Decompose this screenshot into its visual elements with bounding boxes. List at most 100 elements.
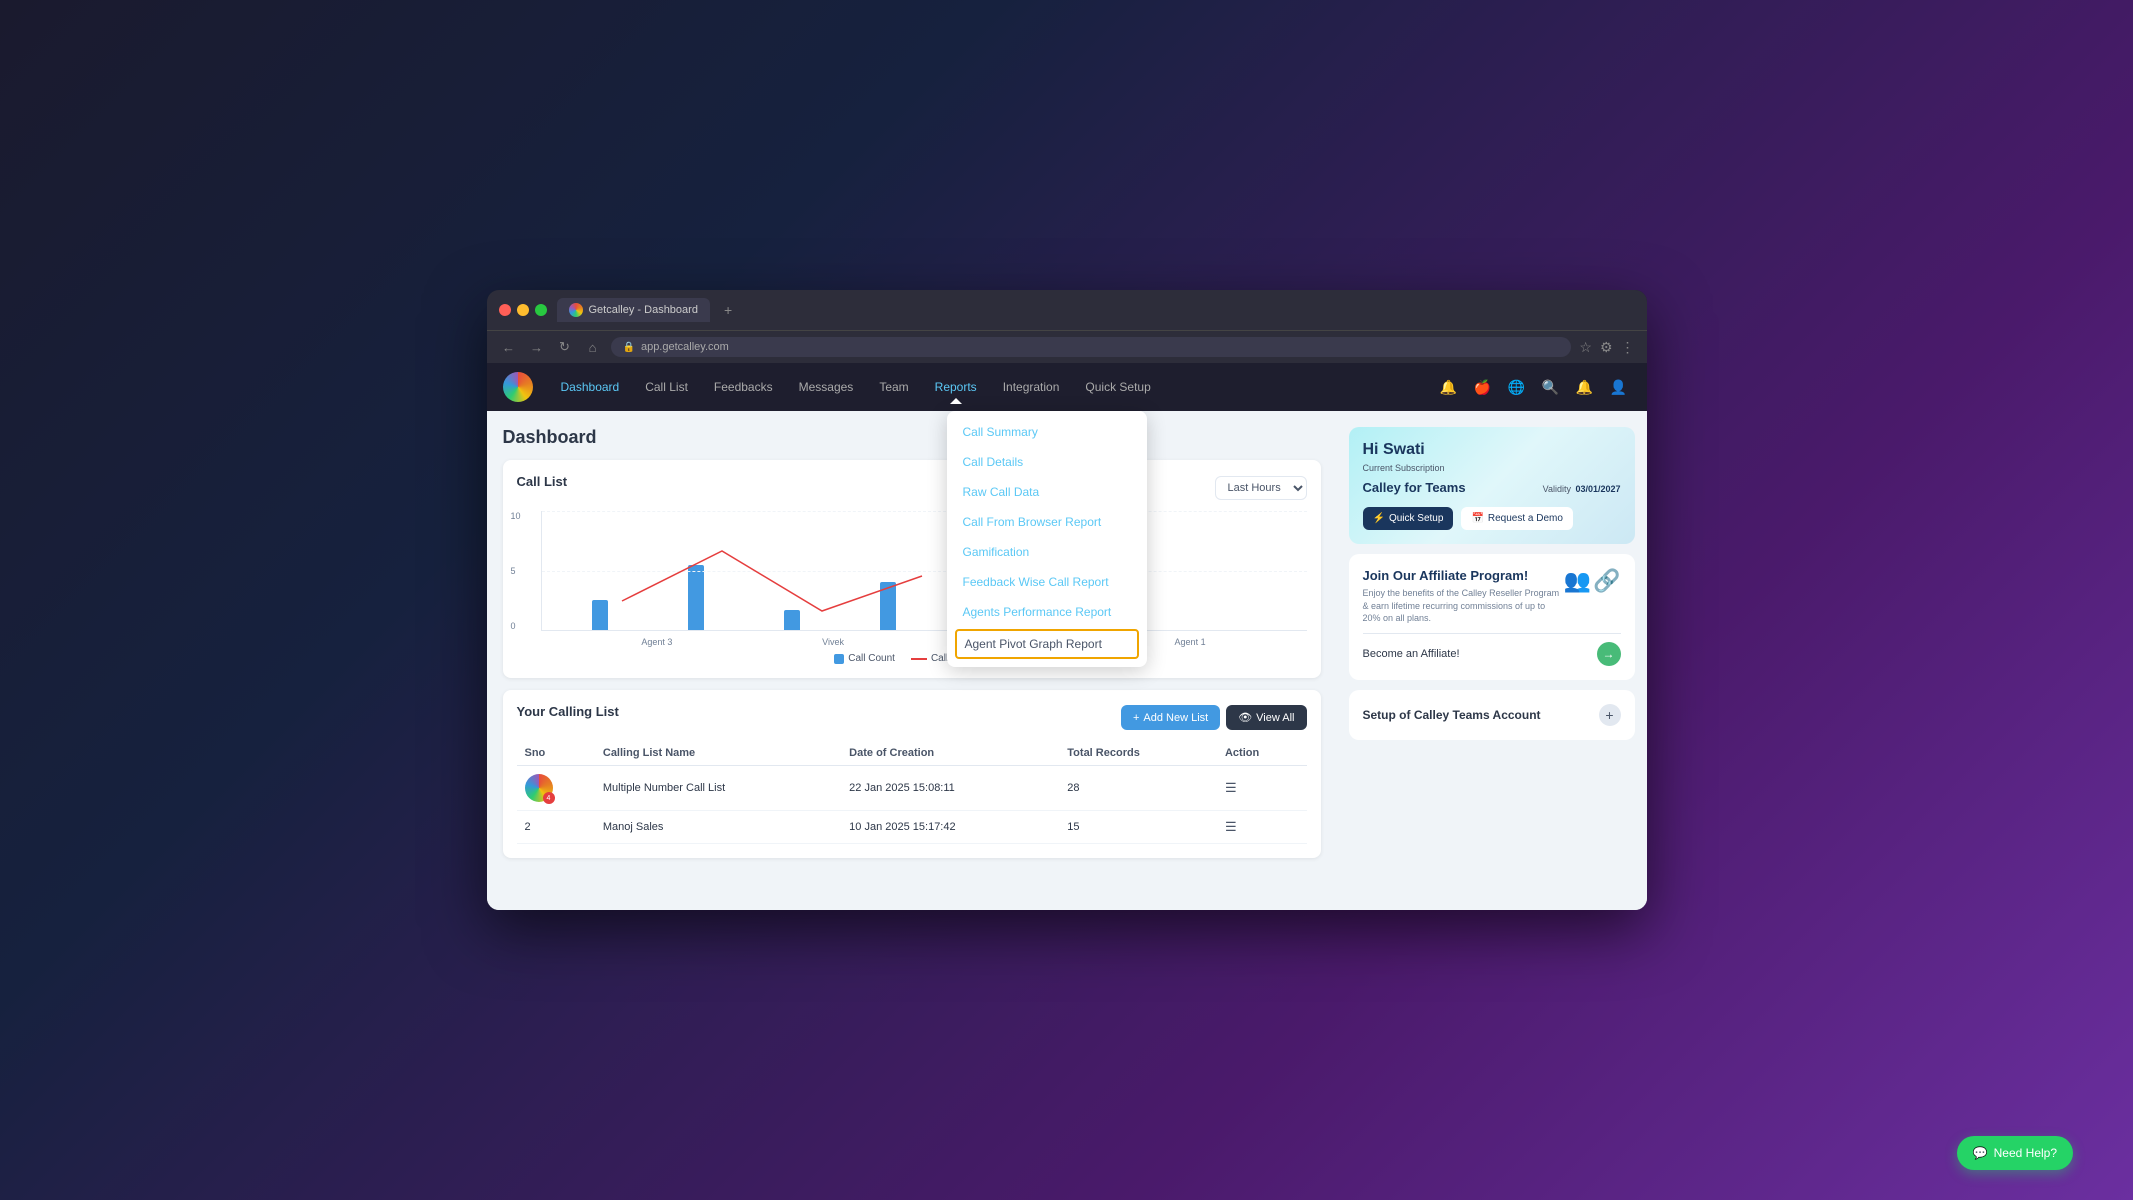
dropdown-gamification[interactable]: Gamification bbox=[947, 537, 1147, 567]
row1-name: Multiple Number Call List bbox=[595, 766, 841, 811]
affiliate-header: Join Our Affiliate Program! Enjoy the be… bbox=[1363, 568, 1621, 625]
close-button[interactable] bbox=[499, 304, 511, 316]
whatsapp-icon: 💬 bbox=[1973, 1146, 1988, 1160]
maximize-button[interactable] bbox=[535, 304, 547, 316]
affiliate-desc: Enjoy the benefits of the Calley Reselle… bbox=[1363, 587, 1564, 625]
user-icon[interactable]: 👤 bbox=[1607, 375, 1631, 399]
globe-icon[interactable]: 🌐 bbox=[1505, 375, 1529, 399]
affiliate-card: Join Our Affiliate Program! Enjoy the be… bbox=[1349, 554, 1635, 680]
calendar-icon: 📅 bbox=[1471, 513, 1483, 524]
people-icon: 👥 bbox=[1564, 568, 1591, 594]
row1-total: 28 bbox=[1059, 766, 1217, 811]
validity-label: Validity bbox=[1543, 484, 1571, 494]
forward-button[interactable]: → bbox=[527, 337, 547, 357]
new-tab-button[interactable]: + bbox=[720, 302, 736, 318]
view-all-button[interactable]: 👁 View All bbox=[1226, 705, 1306, 730]
chart-x-labels: Agent 3 Vivek Agent 2 Agent 1 bbox=[517, 635, 1307, 647]
minimize-button[interactable] bbox=[517, 304, 529, 316]
right-sidebar: Hi Swati Current Subscription Calley for… bbox=[1337, 411, 1647, 910]
calling-list-card: Your Calling List + Add New List 👁 View … bbox=[503, 690, 1321, 858]
subscription-row: Calley for Teams Validity 03/01/2027 bbox=[1363, 479, 1621, 497]
last-hours-dropdown[interactable]: Last Hours bbox=[1215, 476, 1307, 500]
dropdown-call-summary[interactable]: Call Summary bbox=[947, 417, 1147, 447]
page-title: Dashboard bbox=[503, 427, 1321, 448]
setup-expand-button[interactable]: + bbox=[1599, 704, 1621, 726]
nav-links: Dashboard Call List Feedbacks Messages T… bbox=[549, 374, 1437, 400]
row2-date: 10 Jan 2025 15:17:42 bbox=[841, 811, 1059, 844]
menu-icon[interactable]: ☰ bbox=[1225, 780, 1237, 795]
dropdown-raw-call-data[interactable]: Raw Call Data bbox=[947, 477, 1147, 507]
search-icon[interactable]: 🔍 bbox=[1539, 375, 1563, 399]
address-bar[interactable]: 🔒 app.getcalley.com bbox=[611, 337, 1572, 357]
calling-list-header: Your Calling List + Add New List 👁 View … bbox=[517, 704, 1307, 731]
calling-list-table: Sno Calling List Name Date of Creation T… bbox=[517, 741, 1307, 844]
col-sno: Sno bbox=[517, 741, 595, 766]
nav-quick-setup[interactable]: Quick Setup bbox=[1073, 374, 1162, 400]
hi-buttons: ⚡ Quick Setup 📅 Request a Demo bbox=[1363, 507, 1621, 530]
quick-setup-button[interactable]: ⚡ Quick Setup bbox=[1363, 507, 1454, 530]
apple-icon[interactable]: 🍎 bbox=[1471, 375, 1495, 399]
nav-integration[interactable]: Integration bbox=[991, 374, 1072, 400]
dropdown-feedback-wise[interactable]: Feedback Wise Call Report bbox=[947, 567, 1147, 597]
chart-legend: Call Count Call Duration bbox=[517, 653, 1307, 664]
browser-chrome: Getcalley - Dashboard + bbox=[487, 290, 1647, 330]
chart-y-labels: 10 5 0 bbox=[511, 511, 521, 631]
calling-list-actions: + Add New List 👁 View All bbox=[1121, 705, 1307, 730]
reports-dropdown: Call Summary Call Details Raw Call Data … bbox=[947, 411, 1147, 667]
validity-date: 03/01/2027 bbox=[1575, 484, 1620, 494]
tab-title: Getcalley - Dashboard bbox=[589, 304, 698, 316]
home-button[interactable]: ⌂ bbox=[583, 337, 603, 357]
nav-feedbacks[interactable]: Feedbacks bbox=[702, 374, 785, 400]
legend-count-icon bbox=[834, 654, 844, 664]
chart-line-svg bbox=[542, 511, 1307, 630]
dropdown-agents-performance[interactable]: Agents Performance Report bbox=[947, 597, 1147, 627]
nav-team[interactable]: Team bbox=[867, 374, 920, 400]
app-logo bbox=[503, 372, 533, 402]
reload-button[interactable]: ↻ bbox=[555, 337, 575, 357]
add-new-list-button[interactable]: + Add New List bbox=[1121, 705, 1220, 730]
bookmark-icon[interactable]: ☆ bbox=[1579, 339, 1592, 356]
row2-total: 15 bbox=[1059, 811, 1217, 844]
call-list-title: Call List bbox=[517, 474, 568, 489]
demo-button[interactable]: 📅 Request a Demo bbox=[1461, 507, 1573, 530]
whatsapp-button[interactable]: 💬 Need Help? bbox=[1957, 1136, 2073, 1170]
menu-icon[interactable]: ☰ bbox=[1225, 819, 1237, 834]
col-records: Total Records bbox=[1059, 741, 1217, 766]
menu-icon[interactable]: ⋮ bbox=[1621, 339, 1635, 356]
row2-action[interactable]: ☰ bbox=[1217, 811, 1307, 844]
row2-sno: 2 bbox=[517, 811, 595, 844]
browser-tab[interactable]: Getcalley - Dashboard bbox=[557, 298, 710, 322]
call-list-card: Call List Last Hours 10 5 0 bbox=[503, 460, 1321, 678]
dropdown-call-from-browser[interactable]: Call From Browser Report bbox=[947, 507, 1147, 537]
col-action: Action bbox=[1217, 741, 1307, 766]
lightning-icon: ⚡ bbox=[1373, 513, 1385, 524]
avatar: 4 bbox=[525, 774, 553, 802]
top-nav: Dashboard Call List Feedbacks Messages T… bbox=[487, 363, 1647, 411]
dropdown-agent-pivot[interactable]: Agent Pivot Graph Report bbox=[955, 629, 1139, 659]
affiliate-icons: 👥 🔗 bbox=[1564, 568, 1621, 594]
legend-duration-icon bbox=[911, 658, 927, 660]
browser-actions: ☆ ⚙ ⋮ bbox=[1579, 339, 1634, 356]
nav-reports[interactable]: Reports bbox=[923, 374, 989, 400]
hi-card: Hi Swati Current Subscription Calley for… bbox=[1349, 427, 1635, 544]
subscription-name: Calley for Teams bbox=[1363, 480, 1466, 495]
affiliate-arrow-button[interactable]: → bbox=[1597, 642, 1621, 666]
tab-favicon bbox=[569, 303, 583, 317]
row1-date: 22 Jan 2025 15:08:11 bbox=[841, 766, 1059, 811]
dropdown-call-details[interactable]: Call Details bbox=[947, 447, 1147, 477]
affiliate-title: Join Our Affiliate Program! bbox=[1363, 568, 1564, 583]
nav-messages[interactable]: Messages bbox=[787, 374, 866, 400]
legend-call-count: Call Count bbox=[834, 653, 895, 664]
nav-call-list[interactable]: Call List bbox=[633, 374, 700, 400]
back-button[interactable]: ← bbox=[499, 337, 519, 357]
notification-icon[interactable]: 🔔 bbox=[1437, 375, 1461, 399]
extension-icon[interactable]: ⚙ bbox=[1600, 339, 1613, 356]
setup-card: Setup of Calley Teams Account + bbox=[1349, 690, 1635, 740]
nav-dashboard[interactable]: Dashboard bbox=[549, 374, 632, 400]
become-affiliate: Become an Affiliate! → bbox=[1363, 633, 1621, 666]
row1-sno: 4 bbox=[517, 766, 595, 811]
nav-icons: 🔔 🍎 🌐 🔍 🔔 👤 bbox=[1437, 375, 1631, 399]
row1-action[interactable]: ☰ bbox=[1217, 766, 1307, 811]
col-date: Date of Creation bbox=[841, 741, 1059, 766]
bell-icon[interactable]: 🔔 bbox=[1573, 375, 1597, 399]
